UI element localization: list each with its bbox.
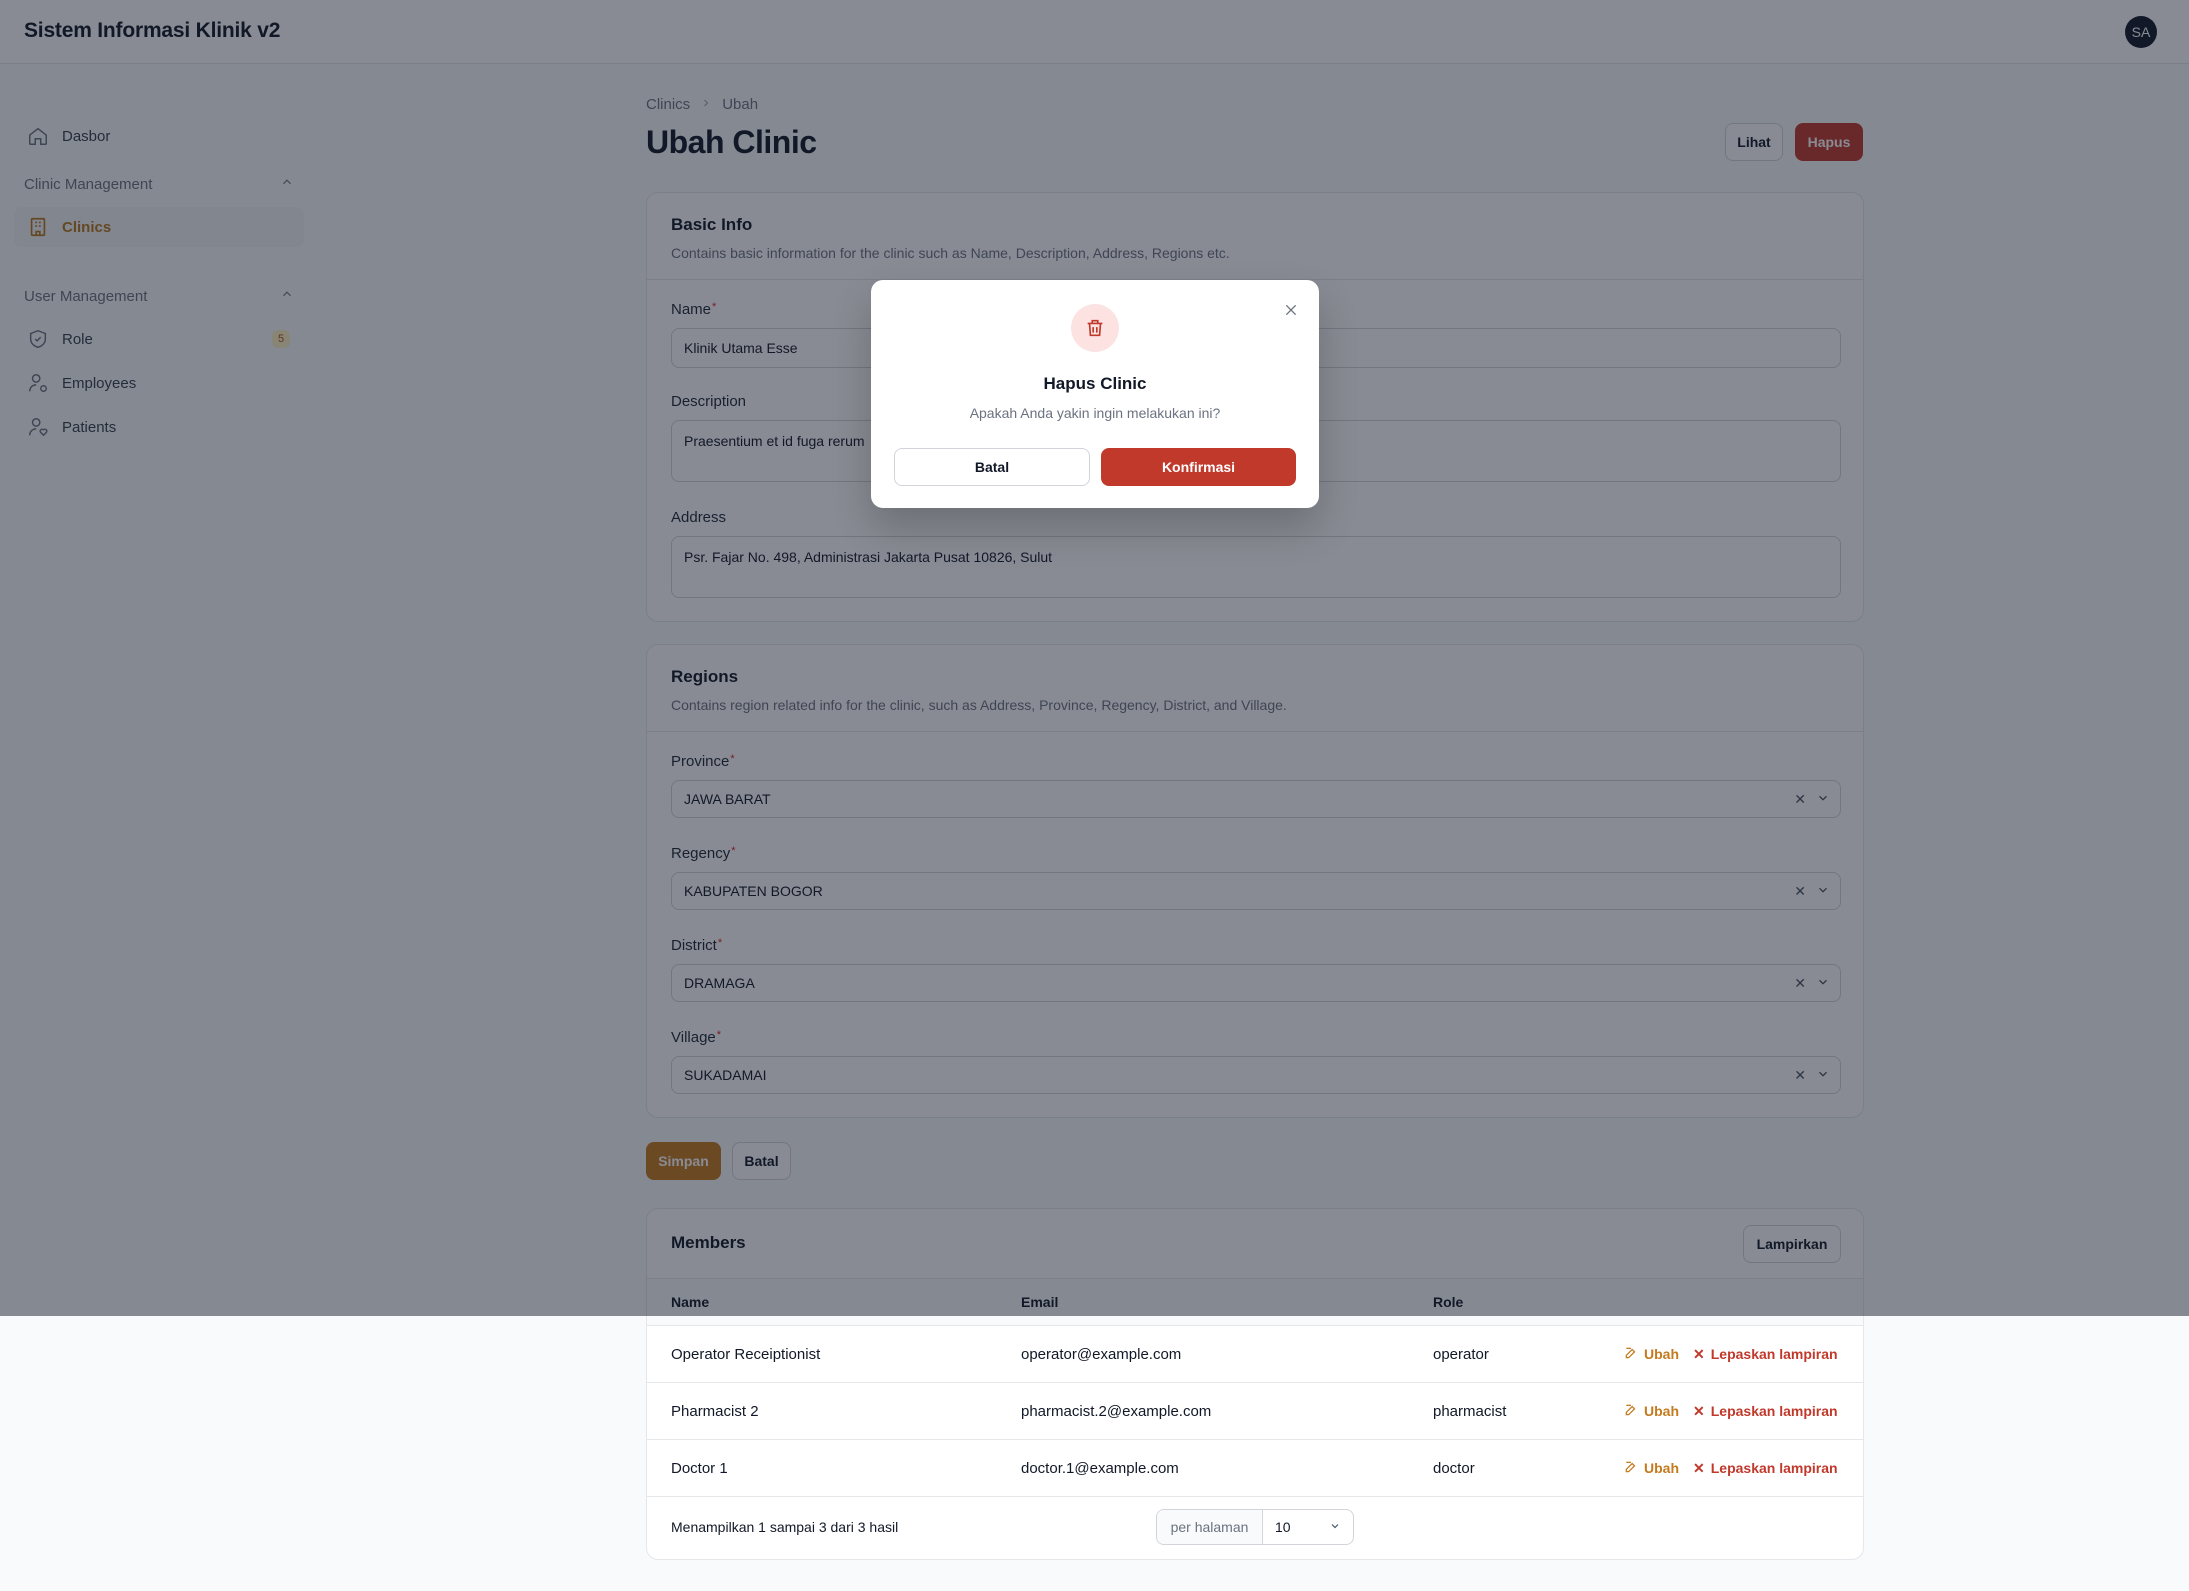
edit-icon [1624, 1403, 1638, 1420]
member-email: pharmacist.2@example.com [1021, 1402, 1212, 1420]
chevron-down-icon [1329, 1519, 1341, 1535]
edit-button[interactable]: Ubah [1624, 1326, 1679, 1382]
modal-title: Hapus Clinic [1043, 374, 1147, 393]
edit-icon [1624, 1460, 1638, 1477]
member-name: Doctor 1 [671, 1459, 728, 1477]
per-page-label: per halaman [1157, 1510, 1263, 1544]
table-row: Pharmacist 2 pharmacist.2@example.com ph… [647, 1383, 1863, 1440]
detach-button[interactable]: ✕ Lepaskan lampiran [1693, 1440, 1838, 1496]
edit-button[interactable]: Ubah [1624, 1383, 1679, 1439]
member-role: doctor [1433, 1459, 1475, 1477]
close-icon: ✕ [1693, 1459, 1705, 1476]
edit-icon [1624, 1346, 1638, 1363]
detach-button[interactable]: ✕ Lepaskan lampiran [1693, 1326, 1838, 1382]
delete-confirm-modal: Hapus Clinic Apakah Anda yakin ingin mel… [871, 280, 1319, 508]
member-name: Pharmacist 2 [671, 1402, 759, 1420]
edit-button[interactable]: Ubah [1624, 1440, 1679, 1496]
modal-overlay[interactable] [0, 0, 2189, 1316]
member-email: doctor.1@example.com [1021, 1459, 1179, 1477]
close-icon: ✕ [1693, 1402, 1705, 1419]
table-row: Operator Receiptionist operator@example.… [647, 1326, 1863, 1383]
pagination-summary: Menampilkan 1 sampai 3 dari 3 hasil [671, 1519, 899, 1535]
modal-cancel-button[interactable]: Batal [894, 448, 1090, 486]
member-name: Operator Receiptionist [671, 1345, 821, 1363]
close-icon: ✕ [1693, 1345, 1705, 1362]
detach-button[interactable]: ✕ Lepaskan lampiran [1693, 1383, 1838, 1439]
member-role: pharmacist [1433, 1402, 1507, 1420]
modal-message: Apakah Anda yakin ingin melakukan ini? [969, 405, 1221, 421]
member-role: operator [1433, 1345, 1489, 1363]
per-page-select[interactable]: 10 [1263, 1510, 1353, 1544]
close-icon[interactable] [1279, 298, 1303, 322]
per-page-control: per halaman 10 [1156, 1509, 1354, 1545]
table-row: Doctor 1 doctor.1@example.com doctor Uba… [647, 1440, 1863, 1497]
member-email: operator@example.com [1021, 1345, 1182, 1363]
modal-confirm-button[interactable]: Konfirmasi [1101, 448, 1296, 486]
trash-icon [1071, 304, 1119, 352]
